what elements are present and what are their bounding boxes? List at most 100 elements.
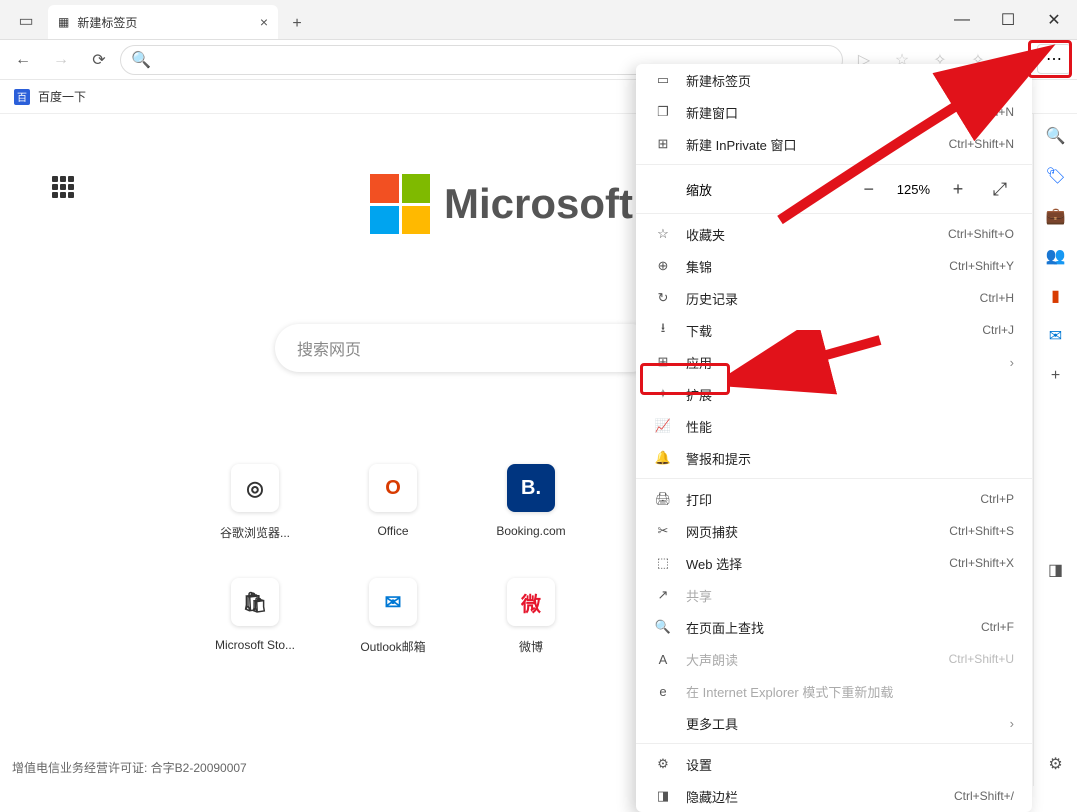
menu-label: 性能 (686, 417, 712, 436)
menu-label: 网页捕获 (686, 522, 738, 541)
quick-link-tile[interactable]: ◎ 谷歌浏览器... (190, 464, 320, 574)
inprivate-icon: ⊞ (654, 136, 672, 152)
tile-label: Outlook邮箱 (360, 638, 425, 655)
sidebar-games-icon[interactable]: 👥 (1046, 246, 1066, 266)
microsoft-logo-area: Microsoft (370, 174, 633, 234)
tile-icon: 🛍 (231, 578, 279, 626)
menu-label: 隐藏边栏 (686, 787, 738, 806)
history-icon: ↻ (654, 290, 672, 306)
menu-label: 收藏夹 (686, 225, 725, 244)
gear-icon: ⚙ (654, 756, 672, 772)
menu-label: 在页面上查找 (686, 618, 764, 637)
sidebar-icon: ◨ (654, 788, 672, 804)
search-placeholder: 搜索网页 (297, 336, 361, 360)
menu-label: 打印 (686, 490, 712, 509)
quick-link-tile[interactable]: 🛍Microsoft Sto... (190, 578, 320, 688)
sidebar-collapse-icon[interactable]: ◨ (1046, 560, 1066, 580)
menu-hide-sidebar[interactable]: ◨隐藏边栏Ctrl+Shift+/ (636, 780, 1032, 812)
baidu-favicon: 百 (14, 89, 30, 105)
sidebar-office-icon[interactable]: ▮ (1046, 286, 1066, 306)
sidebar-search-icon[interactable]: 🔍 (1046, 126, 1066, 146)
menu-label: 大声朗读 (686, 650, 738, 669)
menu-new-inprivate[interactable]: ⊞新建 InPrivate 窗口Ctrl+Shift+N (636, 128, 1032, 160)
menu-performance[interactable]: 📈 性能 (636, 410, 1032, 442)
menu-label: 应用 (686, 353, 712, 372)
tab-title: 新建标签页 (77, 14, 137, 31)
performance-icon: 📈 (654, 418, 672, 434)
settings-menu: ▭新建标签页Ctrl+T ❐新建窗口Ctrl+N ⊞ 新建 InPrivate 窗… (636, 64, 1032, 812)
zoom-out-button[interactable]: − (855, 175, 883, 203)
menu-print[interactable]: 🖨打印Ctrl+P (636, 483, 1032, 515)
menu-history[interactable]: ↻历史记录Ctrl+H (636, 282, 1032, 314)
quick-link-tile[interactable]: B.Booking.com (466, 464, 596, 574)
quick-link-tile[interactable]: 微微博 (466, 578, 596, 688)
menu-downloads[interactable]: ⭳下载Ctrl+J (636, 314, 1032, 346)
quick-link-tile[interactable]: ✉ Outlook邮箱 (328, 578, 458, 688)
shortcut: Ctrl+Shift+O (948, 227, 1014, 241)
tab-actions-button[interactable]: ▭ (8, 3, 44, 39)
tab-close-icon[interactable]: × (260, 14, 268, 30)
tile-icon: B. (507, 464, 555, 512)
menu-label: 集锦 (686, 257, 712, 276)
bookmark-baidu[interactable]: 百度一下 (38, 88, 86, 105)
menu-alerts[interactable]: 🔔警报和提示 (636, 442, 1032, 474)
sidebar-outlook-icon[interactable]: ✉ (1046, 326, 1066, 346)
shortcut: Ctrl+Shift+Y (949, 259, 1014, 273)
menu-apps[interactable]: ⊞应用› (636, 346, 1032, 378)
maximize-button[interactable]: ☐ (985, 0, 1031, 40)
chevron-right-icon: › (1010, 716, 1014, 731)
tile-icon: ✉ (369, 578, 417, 626)
collections-icon: ⊕ (654, 258, 672, 274)
tile-icon: ◎ (231, 464, 279, 512)
settings-more-button[interactable]: ⋯ (1037, 44, 1071, 74)
zoom-in-button[interactable]: + (944, 175, 972, 203)
menu-more-tools[interactable]: 更多工具› (636, 707, 1032, 739)
new-tab-button[interactable]: + (282, 9, 312, 39)
tab-favicon: ▦ (58, 15, 69, 29)
sidebar-settings-icon[interactable]: ⚙ (1046, 754, 1066, 774)
print-icon: 🖨 (654, 491, 672, 507)
menu-label: Web 选择 (686, 554, 742, 573)
menu-capture[interactable]: ✂网页捕获Ctrl+Shift+S (636, 515, 1032, 547)
ie-icon: e (654, 684, 672, 699)
shortcut: Ctrl+Shift+X (949, 556, 1014, 570)
bell-icon: 🔔 (654, 450, 672, 466)
apps-icon: ⊞ (654, 354, 672, 370)
tile-label: 谷歌浏览器... (220, 524, 290, 541)
refresh-button[interactable]: ⟳ (82, 43, 116, 77)
menu-label: 共享 (686, 586, 712, 605)
web-search-box[interactable]: 搜索网页 (275, 324, 655, 372)
close-button[interactable]: ✕ (1031, 0, 1077, 40)
capture-icon: ✂ (654, 523, 672, 539)
shortcut: Ctrl+Shift+U (949, 652, 1014, 666)
microsoft-logo-text: Microsoft (444, 180, 633, 228)
forward-button[interactable]: → (44, 43, 78, 77)
tab-strip: ▭ ▦ 新建标签页 × + (0, 0, 312, 39)
sidebar-add-icon[interactable]: + (1046, 366, 1066, 386)
menu-collections[interactable]: ⊕ 集锦 Ctrl+Shift+Y (636, 250, 1032, 282)
menu-favorites[interactable]: ☆收藏夹Ctrl+Shift+O (636, 218, 1032, 250)
menu-new-tab[interactable]: ▭新建标签页Ctrl+T (636, 64, 1032, 96)
menu-label: 设置 (686, 755, 712, 774)
shortcut: Ctrl+T (981, 73, 1014, 87)
menu-new-window[interactable]: ❐新建窗口Ctrl+N (636, 96, 1032, 128)
browser-tab[interactable]: ▦ 新建标签页 × (48, 5, 278, 39)
menu-label: 在 Internet Explorer 模式下重新加载 (686, 682, 893, 701)
sidebar-shopping-icon[interactable]: 🏷 (1046, 166, 1066, 186)
menu-label: 新建 InPrivate 窗口 (686, 135, 797, 154)
menu-settings[interactable]: ⚙ 设置 (636, 748, 1032, 780)
tile-label: Office (377, 524, 408, 538)
fullscreen-button[interactable]: ⤢ (986, 175, 1014, 203)
back-button[interactable]: ← (6, 43, 40, 77)
menu-zoom: 缩放 − 125% + ⤢ (636, 169, 1032, 209)
minimize-button[interactable]: — (939, 0, 985, 40)
quick-link-tile[interactable]: OOffice (328, 464, 458, 574)
menu-webselect[interactable]: ⬚Web 选择Ctrl+Shift+X (636, 547, 1032, 579)
menu-extensions[interactable]: ✧扩展 (636, 378, 1032, 410)
share-icon: ↗ (654, 587, 672, 603)
sidebar-tools-icon[interactable]: 💼 (1046, 206, 1066, 226)
menu-label: 下载 (686, 321, 712, 340)
apps-grid-button[interactable] (52, 176, 82, 206)
menu-share: ↗ 共享 (636, 579, 1032, 611)
menu-find[interactable]: 🔍在页面上查找Ctrl+F (636, 611, 1032, 643)
